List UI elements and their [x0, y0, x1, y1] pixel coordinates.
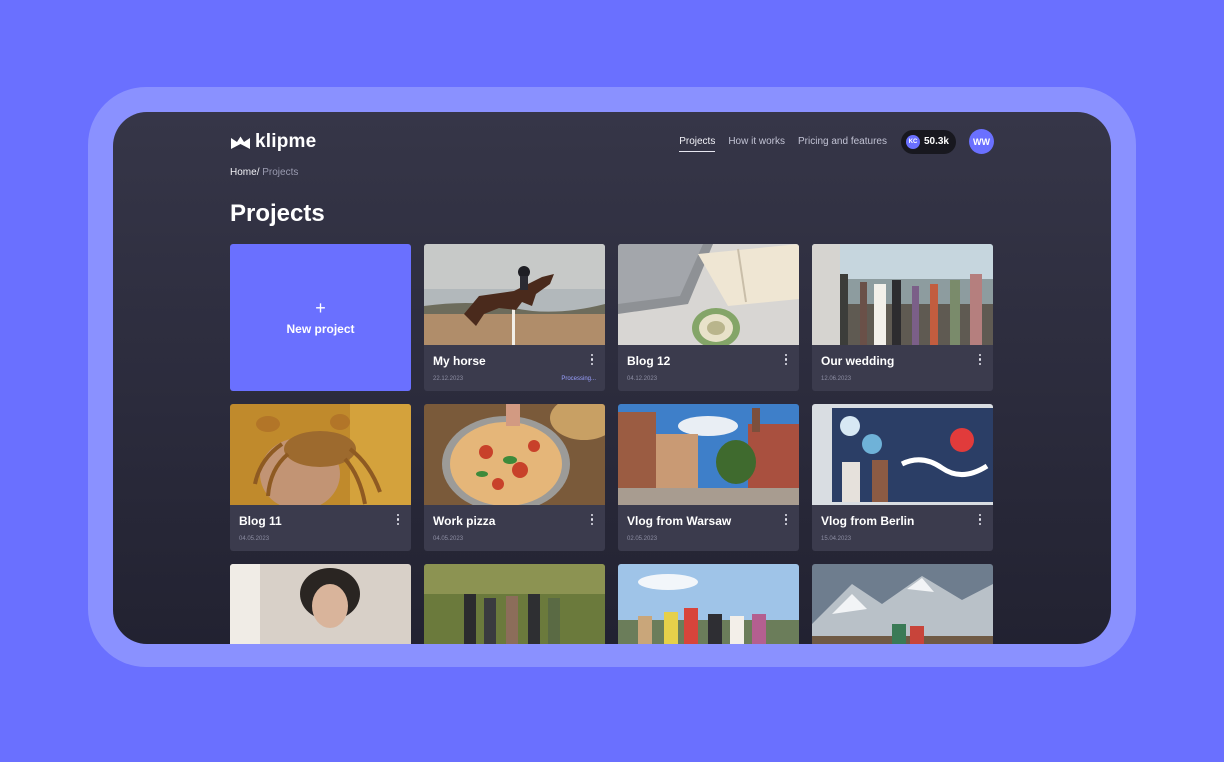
project-title: Vlog from Warsaw	[627, 514, 732, 528]
new-project-button[interactable]: + New project	[230, 244, 411, 391]
more-vertical-icon[interactable]	[784, 514, 788, 526]
project-date: 22.12.2023	[433, 376, 464, 382]
project-date: 04.12.2023	[627, 376, 658, 382]
project-thumbnail	[230, 564, 411, 644]
more-vertical-icon[interactable]	[978, 514, 982, 526]
project-card[interactable]: Vlog from Warsaw 02.05.2023	[618, 404, 799, 551]
project-thumbnail	[618, 404, 799, 505]
project-card[interactable]: My horse 22.12.2023 Processing...	[424, 244, 605, 391]
project-title: Our wedding	[821, 354, 895, 368]
project-thumbnail	[618, 244, 799, 345]
new-project-label: New project	[286, 322, 355, 336]
more-vertical-icon[interactable]	[784, 354, 788, 366]
more-vertical-icon[interactable]	[590, 514, 594, 526]
more-vertical-icon[interactable]	[396, 514, 400, 526]
project-date: 02.05.2023	[627, 536, 658, 542]
project-card[interactable]: Work pizza 04.05.2023	[424, 404, 605, 551]
credits-icon: KC	[905, 134, 920, 149]
project-card[interactable]	[812, 564, 993, 644]
breadcrumb-current: Projects	[262, 167, 299, 178]
project-title: Blog 12	[627, 354, 671, 368]
project-card[interactable]: Vlog from Berlin 15.04.2023	[812, 404, 993, 551]
nav-link-projects[interactable]: Projects	[679, 130, 716, 154]
brand-logo[interactable]: klipme	[230, 131, 316, 153]
project-card[interactable]: Blog 12 04.12.2023	[618, 244, 799, 391]
project-thumbnail	[618, 564, 799, 644]
nav-link-pricing[interactable]: Pricing and features	[798, 130, 887, 154]
project-card[interactable]	[424, 564, 605, 644]
project-card[interactable]: Blog 11 04.05.2023	[230, 404, 411, 551]
project-thumbnail	[812, 564, 993, 644]
breadcrumb-home[interactable]: Home	[230, 167, 257, 178]
project-date: 12.06.2023	[821, 376, 852, 382]
project-thumbnail	[230, 404, 411, 505]
projects-grid: + New project My horse 22.12.2023 Proces…	[230, 244, 993, 644]
page-title: Projects	[230, 200, 325, 227]
project-title: Vlog from Berlin	[821, 514, 915, 528]
nav-link-how-it-works[interactable]: How it works	[728, 130, 785, 154]
more-vertical-icon[interactable]	[978, 354, 982, 366]
project-status: Processing...	[561, 376, 596, 382]
project-thumbnail	[424, 404, 605, 505]
breadcrumb-separator: /	[256, 167, 260, 178]
project-date: 04.05.2023	[433, 536, 464, 542]
user-avatar[interactable]: WW	[969, 129, 994, 154]
project-thumbnail	[424, 244, 605, 345]
brand-name: klipme	[255, 131, 317, 152]
project-thumbnail	[812, 404, 993, 505]
project-card[interactable]	[618, 564, 799, 644]
project-title: My horse	[433, 354, 486, 368]
project-thumbnail	[424, 564, 605, 644]
plus-icon: +	[315, 298, 326, 318]
breadcrumb: Home/ Projects	[230, 167, 298, 178]
project-title: Work pizza	[433, 514, 496, 528]
project-thumbnail	[812, 244, 993, 345]
credits-badge[interactable]: KC 50.3k	[900, 129, 956, 154]
project-date: 04.05.2023	[239, 536, 270, 542]
top-nav: Projects How it works Pricing and featur…	[666, 129, 994, 154]
credits-value: 50.3k	[923, 136, 949, 147]
project-card[interactable]	[230, 564, 411, 644]
more-vertical-icon[interactable]	[590, 354, 594, 366]
project-date: 15.04.2023	[821, 536, 852, 542]
logo-icon	[231, 136, 250, 149]
app-screen: klipme Projects How it works Pricing and…	[113, 112, 1111, 644]
project-title: Blog 11	[239, 514, 282, 528]
project-card[interactable]: Our wedding 12.06.2023	[812, 244, 993, 391]
